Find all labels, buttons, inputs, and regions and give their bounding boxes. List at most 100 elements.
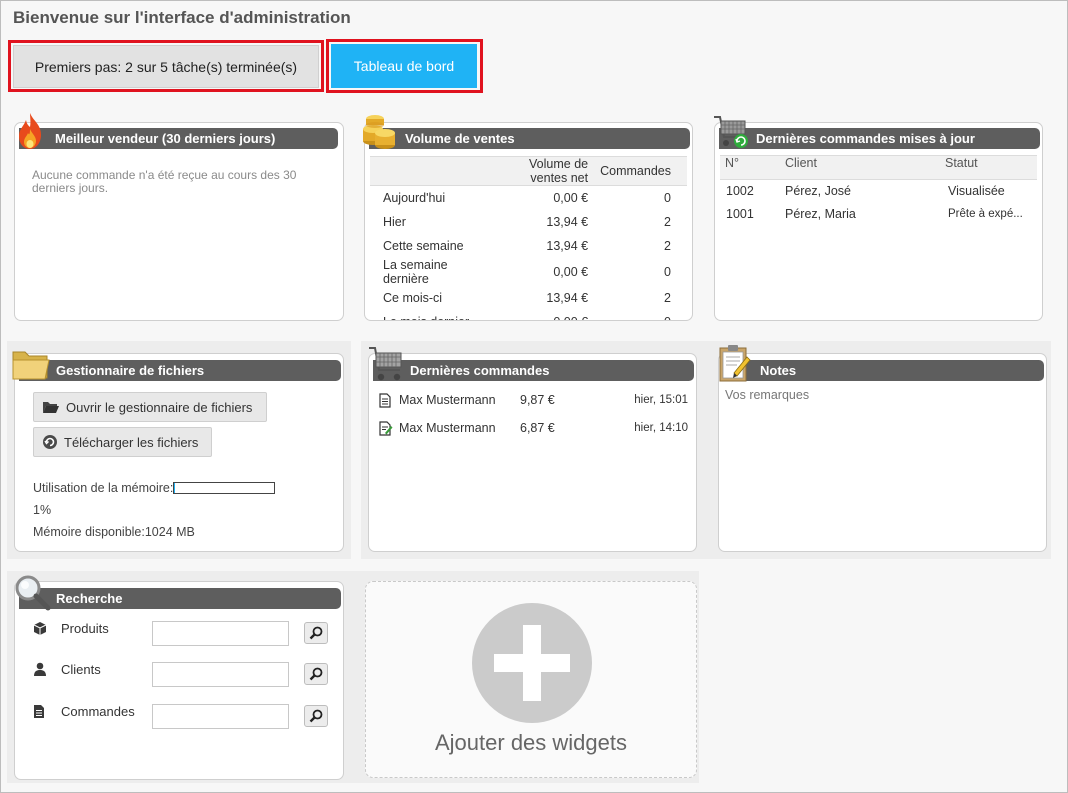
search-widget: Recherche Produits Clients Commandes — [14, 581, 344, 780]
widget-header: Gestionnaire de fichiers — [19, 360, 341, 381]
table-header-row: N° Client Statut — [720, 155, 1037, 180]
admin-frame: Bienvenue sur l'interface d'administrati… — [0, 0, 1068, 793]
user-icon — [34, 662, 46, 676]
order-client-cell[interactable]: Pérez, José — [780, 180, 940, 203]
search-products-input[interactable] — [152, 621, 289, 646]
table-header-row: Volume de ventes net Commandes — [370, 156, 687, 186]
memory-usage-fill — [174, 483, 176, 493]
table-header-period — [370, 156, 487, 186]
box-icon — [33, 622, 47, 635]
memory-usage-percent: 1% — [33, 503, 52, 517]
search-orders-input[interactable] — [152, 704, 289, 729]
order-client-cell[interactable]: Pérez, Maria — [780, 203, 940, 226]
table-row: Cette semaine 13,94 € 2 — [370, 234, 687, 258]
shopping-cart-icon — [369, 347, 402, 381]
open-file-manager-button[interactable]: Ouvrir le gestionnaire de fichiers — [33, 392, 267, 422]
widget-header: Notes — [723, 360, 1044, 381]
widget-header: Meilleur vendeur (30 derniers jours) — [19, 128, 338, 149]
best-seller-widget: Meilleur vendeur (30 derniers jours) Auc… — [14, 122, 344, 321]
table-header-client: Client — [780, 155, 940, 180]
orders-cell: 2 — [664, 214, 671, 229]
search-clients-label: Clients — [61, 662, 101, 677]
widget-header: Dernières commandes mises à jour — [719, 128, 1040, 149]
notes-widget: Notes Vos remarques — [718, 353, 1047, 552]
notepad-icon — [719, 345, 751, 382]
page-title: Bienvenue sur l'interface d'administrati… — [13, 8, 351, 27]
memory-usage-row: Utilisation de la mémoire: — [33, 481, 276, 495]
memory-usage-bar — [173, 482, 276, 494]
period-cell: Ce mois-ci — [383, 290, 443, 305]
open-file-manager-label: Ouvrir le gestionnaire de fichiers — [66, 399, 253, 415]
order-status-cell[interactable]: Prête à expé... — [940, 203, 1037, 226]
best-seller-empty-text: Aucune commande n'a été reçue au cours d… — [32, 168, 297, 195]
list-item[interactable]: Max Mustermann 9,87 € hier, 15:01 — [379, 392, 691, 414]
table-header-orders: Commandes — [594, 156, 687, 186]
order-time: hier, 15:01 — [634, 394, 688, 406]
orders-cell: 0 — [594, 310, 687, 321]
cart-refresh-icon — [714, 116, 748, 148]
period-cell: La semaine dernière — [383, 257, 448, 286]
widget-title: Meilleur vendeur (30 derniers jours) — [55, 131, 276, 146]
table-row[interactable]: 1001 Pérez, Maria Prête à expé... — [720, 203, 1037, 226]
updated-orders-table: N° Client Statut 1002 Pérez, José Visual… — [720, 155, 1037, 226]
add-widgets-label: Ajouter des widgets — [435, 730, 627, 755]
table-row: Hier 13,94 € 2 — [370, 210, 687, 234]
download-files-label: Télécharger les fichiers — [64, 434, 199, 450]
order-amount: 6,87 € — [520, 421, 555, 435]
magnifier-icon — [309, 626, 323, 640]
download-files-button[interactable]: Télécharger les fichiers — [33, 427, 212, 457]
search-products-label: Produits — [61, 621, 109, 636]
order-number-cell[interactable]: 1001 — [720, 203, 780, 226]
coins-icon — [363, 115, 395, 149]
folder-icon — [12, 351, 50, 380]
period-cell: Hier — [383, 214, 406, 229]
widget-header: Dernières commandes — [373, 360, 694, 381]
order-amount: 9,87 € — [520, 393, 555, 407]
edit-document-icon — [379, 421, 393, 436]
widget-header: Recherche — [19, 588, 341, 609]
sales-volume-widget: Volume de ventes Volume de ventes net Co… — [364, 122, 693, 321]
plus-icon — [472, 603, 592, 723]
table-row: La semaine dernière 0,00 € 0 — [370, 258, 687, 286]
volume-cell: 13,94 € — [546, 238, 589, 253]
search-orders-button[interactable] — [304, 705, 328, 727]
search-clients-button[interactable] — [304, 663, 328, 685]
order-customer: Max Mustermann — [399, 393, 496, 407]
table-row: Aujourd'hui 0,00 € 0 — [370, 186, 687, 210]
table-row[interactable]: 1002 Pérez, José Visualisée — [720, 180, 1037, 203]
period-cell: Cette semaine — [383, 238, 464, 253]
dashboard-button[interactable]: Tableau de bord — [331, 44, 477, 88]
search-clients-input[interactable] — [152, 662, 289, 687]
list-item[interactable]: Max Mustermann 6,87 € hier, 14:10 — [379, 420, 691, 442]
notes-textarea[interactable]: Vos remarques — [725, 388, 1039, 546]
file-manager-widget: Gestionnaire de fichiers Ouvrir le gesti… — [14, 353, 344, 552]
orders-cell: 2 — [664, 238, 671, 253]
folder-open-icon — [42, 400, 60, 414]
table-row: Le mois dernier 0,00 € 0 — [370, 310, 687, 321]
order-number-cell[interactable]: 1002 — [720, 180, 780, 203]
volume-cell: 13,94 € — [546, 290, 589, 305]
first-steps-button[interactable]: Premiers pas: 2 sur 5 tâche(s) terminée(… — [13, 45, 319, 88]
volume-cell: 0,00 € — [553, 264, 589, 279]
order-time: hier, 14:10 — [634, 422, 688, 434]
order-status-cell[interactable]: Visualisée — [940, 180, 1037, 203]
orders-cell: 0 — [664, 264, 671, 279]
fire-icon — [19, 113, 41, 149]
document-icon — [379, 393, 391, 408]
volume-cell: 13,94 € — [546, 214, 589, 229]
order-customer: Max Mustermann — [399, 421, 496, 435]
table-header-volume: Volume de ventes net — [486, 156, 595, 186]
period-cell: Aujourd'hui — [383, 190, 446, 205]
magnifier-icon — [309, 709, 323, 723]
magnifier-glass-icon — [15, 575, 51, 611]
period-cell: Le mois dernier — [370, 310, 487, 321]
widget-header: Volume de ventes — [369, 128, 690, 149]
updated-orders-widget: Dernières commandes mises à jour N° Clie… — [714, 122, 1043, 321]
document-icon — [34, 705, 44, 718]
table-header-number: N° — [720, 155, 780, 180]
search-products-button[interactable] — [304, 622, 328, 644]
memory-available: Mémoire disponible:1024 MB — [33, 525, 195, 539]
widget-title: Dernières commandes mises à jour — [756, 131, 975, 146]
add-widgets-button[interactable]: Ajouter des widgets — [365, 581, 697, 778]
orders-cell: 0 — [664, 190, 671, 205]
